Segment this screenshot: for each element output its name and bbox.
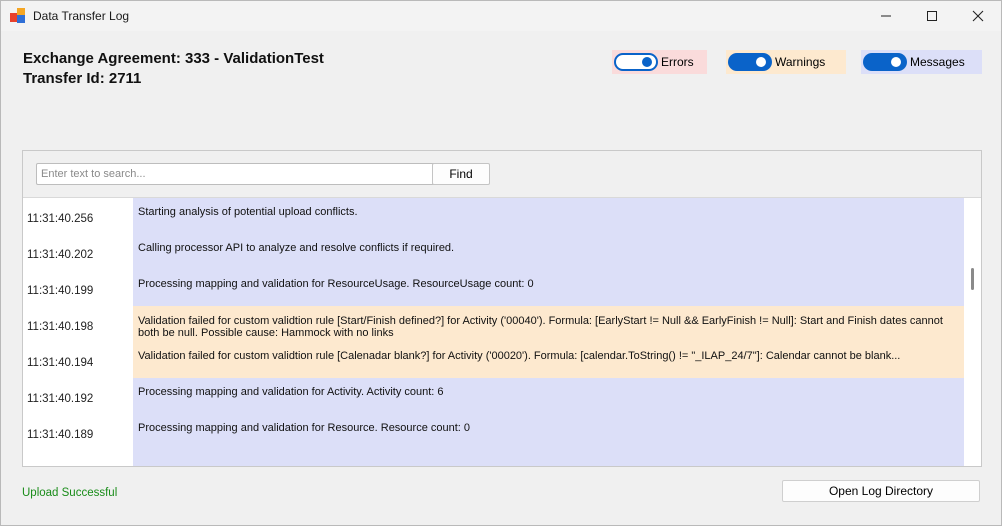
log-timestamp: 11:31:40.256 — [27, 198, 133, 234]
maximize-button[interactable] — [909, 1, 955, 31]
title-bar[interactable]: Data Transfer Log — [1, 1, 1001, 31]
transfer-id-label: Transfer Id: 2711 — [23, 70, 142, 87]
log-timestamp — [27, 450, 133, 466]
log-row[interactable]: 11:31:40.194 Validation failed for custom… — [23, 342, 964, 378]
log-list[interactable]: 11:31:40.256 Starting analysis of potenti… — [23, 198, 964, 466]
window-title: Data Transfer Log — [33, 9, 130, 23]
log-message: Validation failed for custom validtion r… — [133, 342, 964, 378]
filter-errors-toggle[interactable] — [614, 53, 658, 71]
toggle-knob — [756, 57, 766, 67]
log-message: Validation failed for custom validtion r… — [133, 306, 964, 342]
log-panel: Find 11:31:40.256Starting analysis of po… — [22, 150, 982, 467]
log-timestamp: 11:31:40.192 — [27, 378, 133, 414]
filter-errors[interactable]: Errors — [612, 50, 707, 74]
open-log-directory-button[interactable]: Open Log Directory — [782, 480, 980, 502]
data-transfer-log-window: Data Transfer Log Exchange Agreement: 33… — [0, 0, 1002, 526]
log-message: Starting analysis of potential upload co… — [133, 198, 964, 234]
log-row[interactable] — [23, 450, 964, 466]
log-timestamp: 11:31:40.198 — [27, 306, 133, 342]
log-row[interactable]: 11:31:40.189 Processing mapping and valid… — [23, 414, 964, 450]
filter-warnings-label: Warnings — [775, 55, 826, 69]
log-timestamp: 11:31:40.199 — [27, 270, 133, 306]
filter-messages-toggle[interactable] — [863, 53, 907, 71]
search-bar: Find — [23, 151, 981, 198]
minimize-icon — [881, 15, 891, 17]
log-timestamp: 11:31:40.202 — [27, 234, 133, 270]
log-scrollbar[interactable] — [964, 198, 981, 466]
toggle-knob — [642, 57, 652, 67]
log-row[interactable]: 11:31:40.202 Calling processor API to ana… — [23, 234, 964, 270]
maximize-icon — [927, 11, 937, 21]
close-icon — [972, 10, 984, 22]
log-row[interactable]: 11:31:40.198 Validation failed for custom… — [23, 306, 964, 342]
filter-warnings[interactable]: Warnings — [726, 50, 846, 74]
search-input[interactable] — [36, 163, 436, 185]
log-row[interactable]: 11:31:40.192 Processing mapping and valid… — [23, 378, 964, 414]
filter-messages[interactable]: Messages — [861, 50, 982, 74]
log-timestamp: 11:31:40.189 — [27, 414, 133, 450]
filter-errors-label: Errors — [661, 55, 694, 69]
filter-messages-label: Messages — [910, 55, 965, 69]
close-button[interactable] — [955, 1, 1001, 31]
log-row[interactable]: 11:31:40.256 Starting analysis of potenti… — [23, 198, 964, 234]
log-message — [133, 450, 964, 466]
log-message: Processing mapping and validation for Ac… — [133, 378, 964, 414]
filter-warnings-toggle[interactable] — [728, 53, 772, 71]
scrollbar-thumb[interactable] — [971, 268, 974, 290]
log-message: Processing mapping and validation for Re… — [133, 270, 964, 306]
log-message: Processing mapping and validation for Re… — [133, 414, 964, 450]
find-button[interactable]: Find — [432, 163, 490, 185]
log-timestamp: 11:31:40.194 — [27, 342, 133, 378]
toggle-knob — [891, 57, 901, 67]
log-row[interactable]: 11:31:40.199 Processing mapping and valid… — [23, 270, 964, 306]
log-message: Calling processor API to analyze and res… — [133, 234, 964, 270]
exchange-agreement-title: Exchange Agreement: 333 - ValidationTest — [23, 50, 324, 67]
app-logo-icon — [10, 8, 26, 24]
upload-status: Upload Successful — [22, 487, 118, 499]
minimize-button[interactable] — [863, 1, 909, 31]
